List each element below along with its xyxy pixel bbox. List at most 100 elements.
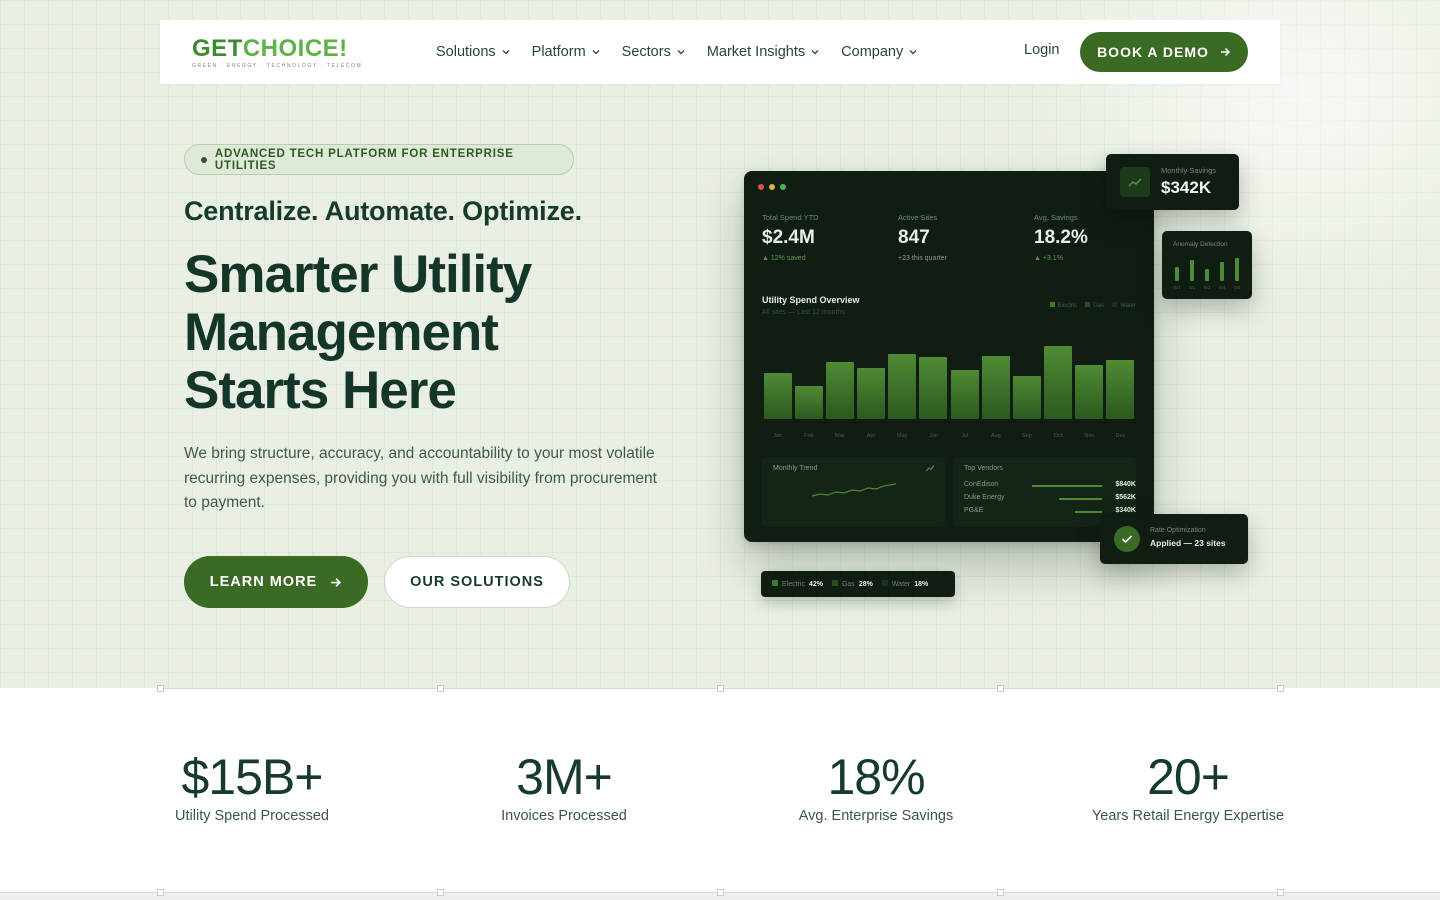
hero-badge-text: ADVANCED TECH PLATFORM FOR ENTERPRISE UT… [214, 147, 514, 172]
spend-bar-jun [919, 357, 948, 419]
hero-headline: Smarter Utility Management Starts Here [184, 246, 664, 420]
stat-value: 20+ [1147, 749, 1230, 805]
logo-tagline: GREEN · ENERGY · TECHNOLOGY · TELECOM [192, 63, 363, 69]
headline-line-3: Starts Here [184, 361, 457, 420]
kpi-value: $2.4M [762, 227, 815, 248]
spend-bar-mar [825, 361, 854, 419]
anomaly-week-label: W5 [1233, 285, 1241, 290]
stat-years-expertise: 20+ Years Retail Energy Expertise [1088, 748, 1288, 824]
nav-item-company[interactable]: Company [841, 44, 917, 60]
divider-handle [997, 685, 1004, 692]
rate-label: Rate Optimization [1150, 527, 1206, 534]
savings-label: Monthly Savings [1161, 166, 1217, 175]
headline-line-1: Smarter Utility [184, 245, 532, 304]
divider-handle [997, 889, 1004, 896]
stat-label: Avg. Enterprise Savings [798, 808, 954, 824]
spend-bar-nov [1075, 365, 1104, 419]
nav-item-label: Solutions [436, 44, 496, 60]
vendor-amount: $562K [1115, 494, 1136, 501]
login-link[interactable]: Login [1024, 42, 1059, 58]
kpi-value: 847 [898, 227, 930, 248]
hero-badge: ADVANCED TECH PLATFORM FOR ENTERPRISE UT… [184, 144, 574, 175]
anomaly-week-label: W1 [1173, 285, 1181, 290]
anomaly-bar [1220, 261, 1224, 281]
close-dot-icon [758, 184, 764, 190]
monthly-trend-panel: Monthly Trend [762, 457, 945, 527]
month-label: Apr [866, 433, 876, 439]
spend-bar-apr [857, 367, 886, 419]
trend-up-icon [925, 465, 935, 472]
kpi-label: Active Sites [898, 213, 938, 222]
learn-more-button[interactable]: LEARN MORE [184, 556, 368, 608]
trend-up-icon [1120, 167, 1150, 197]
arrow-right-icon [1220, 47, 1230, 57]
nav-item-platform[interactable]: Platform [532, 44, 600, 60]
anomaly-bar [1190, 260, 1194, 281]
stat-enterprise-savings: 18% Avg. Enterprise Savings [786, 748, 966, 824]
arrow-right-icon [331, 577, 342, 587]
panel-title: Monthly Trend [773, 465, 818, 472]
kpi-value: 18.2% [1034, 227, 1088, 248]
month-label: Jul [961, 433, 969, 439]
month-label: Feb [804, 433, 814, 439]
nav-item-label: Platform [531, 44, 586, 60]
month-label: Jan [773, 433, 783, 439]
headline-line-2: Management [184, 303, 499, 362]
trend-sparkline [812, 483, 896, 497]
legend-electric: Electric [1049, 302, 1077, 309]
kpi-note: ▲ 12% saved [762, 255, 806, 262]
window-controls [758, 184, 786, 190]
rate-optimization-card: Rate Optimization Applied — 23 sites [1100, 514, 1248, 564]
vendor-name: ConEdison [964, 481, 999, 488]
nav-item-solutions[interactable]: Solutions [436, 44, 510, 60]
kpi-avg-savings: Avg. Savings 18.2% ▲ +3.1% [1034, 213, 1088, 262]
vendor-amount: $840K [1115, 481, 1136, 488]
divider-handle [1277, 889, 1284, 896]
minimize-dot-icon [769, 184, 775, 190]
logo-choice: CHOICE! [242, 35, 348, 62]
legend-gas: Gas [1085, 302, 1104, 309]
vendor-amount: $340K [1115, 507, 1136, 514]
vendor-share-bar [1058, 498, 1102, 500]
chart-subtitle: All sites — Last 12 months [762, 309, 845, 316]
kpi-note: ▲ +3.1% [1034, 255, 1063, 262]
spend-bar-chart [762, 331, 1136, 419]
chevron-down-icon [677, 50, 685, 55]
divider-handle [157, 889, 164, 896]
spend-bar-jul [950, 369, 979, 419]
kpi-total-spend: Total Spend YTD $2.4M ▲ 12% saved [762, 213, 819, 262]
divider-handle [717, 685, 724, 692]
brand-logo[interactable]: GETCHOICE! GREEN · ENERGY · TECHNOLOGY ·… [192, 37, 363, 70]
maximize-dot-icon [780, 184, 786, 190]
logo-wordmark: GETCHOICE! [192, 37, 352, 61]
month-label: May [897, 433, 908, 439]
check-icon [1114, 526, 1140, 552]
vendor-name: Duke Energy [964, 494, 1005, 501]
mix-electric: Electric 42% [772, 580, 823, 588]
energy-mix-pill: Electric 42% Gas 28% Water 18% [761, 571, 955, 597]
book-demo-label: BOOK A DEMO [1097, 44, 1209, 60]
stat-value: $15B+ [181, 749, 324, 805]
month-label: Nov [1084, 433, 1095, 439]
anomaly-bar [1175, 266, 1179, 281]
mix-gas: Gas 28% [831, 580, 873, 588]
rate-value: Applied — 23 sites [1150, 538, 1226, 548]
nav-item-market-insights[interactable]: Market Insights [707, 44, 819, 60]
spend-bar-aug [981, 355, 1010, 419]
legend-water: Water [1112, 302, 1136, 309]
stat-value: 3M+ [516, 749, 613, 805]
stat-spend-processed: $15B+ Utility Spend Processed [172, 748, 332, 824]
spend-bar-sep [1012, 375, 1041, 419]
mix-water: Water 18% [881, 580, 928, 588]
anomaly-bar [1235, 257, 1239, 281]
savings-value: $342K [1161, 178, 1212, 197]
our-solutions-button[interactable]: OUR SOLUTIONS [384, 556, 570, 608]
monthly-savings-card: Monthly Savings $342K [1106, 154, 1239, 210]
month-label: Sep [1022, 433, 1032, 439]
top-navigation: GETCHOICE! GREEN · ENERGY · TECHNOLOGY ·… [160, 20, 1280, 84]
book-demo-button[interactable]: BOOK A DEMO [1080, 32, 1248, 72]
our-solutions-label: OUR SOLUTIONS [410, 574, 544, 590]
spend-bar-may [888, 353, 917, 419]
nav-item-sectors[interactable]: Sectors [622, 44, 685, 60]
stat-invoices-processed: 3M+ Invoices Processed [484, 748, 644, 824]
